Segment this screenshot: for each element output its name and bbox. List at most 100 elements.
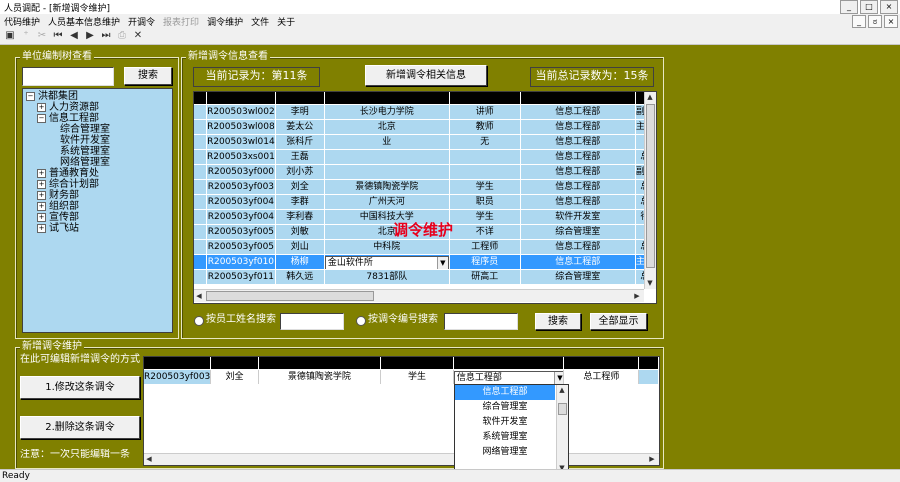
expand-icon[interactable]: + [37,201,46,211]
close-button[interactable]: × [880,0,898,14]
edit-hscroll[interactable]: ◀ ▶ [144,453,659,465]
dropdown-option[interactable]: 综合管理室 [455,400,555,415]
close-icon[interactable]: ✕ [132,29,144,42]
tree-node[interactable]: + 组织部 [37,201,79,212]
table-cell[interactable]: 信息工程部 [520,179,636,195]
column-header[interactable] [638,357,659,370]
table-cell[interactable]: 刘小苏 [275,164,325,180]
table-row[interactable]: R200503yf004李群广州天河职员信息工程部总 [194,194,655,210]
edit-cell[interactable] [638,369,659,385]
column-header[interactable] [258,357,382,370]
table-cell[interactable]: 信息工程部 [520,149,636,165]
records-hscroll-thumb[interactable] [206,291,374,301]
table-cell[interactable]: R200503wl014 [206,134,276,150]
row-selector[interactable] [194,254,207,270]
row-selector[interactable] [194,194,207,210]
table-cell[interactable]: R200503wl002 [206,104,276,120]
edit-cell[interactable]: 学生 [380,369,454,385]
column-header[interactable] [144,357,212,370]
edit-cell[interactable]: 总工程师 [563,369,640,385]
save-icon[interactable]: ▣ [4,29,16,42]
menu-item-6[interactable]: 关于 [277,15,295,28]
collapse-icon[interactable]: − [37,113,46,123]
table-cell[interactable]: 刘山 [275,239,325,255]
table-cell[interactable]: 信息工程部 [520,194,636,210]
column-header[interactable] [449,92,521,105]
prev-record-icon[interactable]: ◀ [68,29,80,42]
chevron-down-icon[interactable]: ▼ [436,257,448,269]
code-search-input[interactable] [444,313,518,330]
mdi-close-button[interactable]: × [884,15,898,28]
menu-item-2[interactable]: 开调令 [128,15,155,28]
table-cell[interactable]: 教师 [449,119,521,135]
table-row[interactable]: R200503yf003刘全景德镇陶瓷学院学生信息工程部总 [194,179,655,195]
table-row[interactable]: R200503yf005刘山中科院工程师信息工程部总 [194,239,655,255]
table-row[interactable]: R200503xs001王磊信息工程部总 [194,149,655,165]
table-cell[interactable]: R200503yf005 [206,224,276,240]
menu-item-4[interactable]: 调令维护 [207,15,243,28]
delete-record-icon[interactable]: ✂ [36,29,48,42]
dropdown-option[interactable]: 系统管理室 [455,430,555,445]
table-cell[interactable]: R200503yf000 [206,164,276,180]
row-selector[interactable] [194,134,207,150]
table-cell[interactable]: 业 [324,134,450,150]
row-selector[interactable] [194,104,207,120]
modify-record-button[interactable]: 1.修改这条调令 [20,376,140,399]
table-row[interactable]: R200503wl008姜太公北京教师信息工程部主任 [194,119,655,135]
mdi-restore-button[interactable]: ಠ [868,15,882,28]
expand-icon[interactable]: + [37,212,46,222]
table-cell[interactable]: R200503wl008 [206,119,276,135]
scroll-left-icon[interactable]: ◀ [194,291,204,301]
table-row[interactable]: R200503yf011韩久远7831部队研高工综合管理室总 [194,269,655,285]
tree-search-input[interactable] [22,67,114,86]
table-cell[interactable]: 程序员 [449,254,521,270]
column-header[interactable] [324,92,450,105]
table-cell[interactable]: R200503xs001 [206,149,276,165]
row-selector[interactable] [194,269,207,285]
scroll-right-icon[interactable]: ▶ [632,291,642,301]
table-cell[interactable] [449,149,521,165]
tree-node[interactable]: 网络管理室 [48,157,110,168]
minimize-button[interactable]: _ [840,0,858,14]
expand-icon[interactable]: + [37,168,46,178]
dropdown-option[interactable]: 信息工程部 [455,385,555,400]
maximize-button[interactable]: □ [860,0,878,14]
tree-node[interactable]: 系统管理室 [48,146,110,157]
menu-item-3[interactable]: 报表打印 [163,15,199,28]
records-search-button[interactable]: 搜索 [535,313,581,330]
expand-icon[interactable]: + [37,102,46,112]
table-cell[interactable]: 7831部队 [324,269,450,285]
tree-node[interactable]: + 人力资源部 [37,102,99,113]
expand-icon[interactable]: + [37,190,46,200]
table-cell[interactable]: R200503yf011 [206,269,276,285]
table-cell[interactable]: 信息工程部 [520,164,636,180]
mdi-minimize-button[interactable]: _ [852,15,866,28]
table-cell[interactable]: R200503yf004 [206,194,276,210]
school-combo[interactable]: 金山软件所 ▼ [324,256,449,269]
expand-icon[interactable]: + [37,179,46,189]
column-header[interactable] [210,357,259,370]
column-header[interactable] [194,92,207,105]
row-selector[interactable] [194,179,207,195]
table-cell[interactable]: 李明 [275,104,325,120]
menu-item-0[interactable]: 代码维护 [4,15,40,28]
menu-item-5[interactable]: 文件 [251,15,269,28]
scroll-up-icon[interactable]: ▲ [645,92,655,102]
radio-search-by-name[interactable] [194,316,204,326]
row-selector[interactable] [194,119,207,135]
table-row[interactable]: R200503wl002李明长沙电力学院讲师信息工程部副总 [194,104,655,120]
delete-record-button[interactable]: 2.删除这条调令 [20,416,140,439]
tree-node[interactable]: − 洪都集团 [26,91,78,102]
table-cell[interactable]: 无 [449,134,521,150]
row-selector[interactable] [194,164,207,180]
column-header[interactable] [563,357,640,370]
table-row[interactable]: R200503yf003 刘全 景德镇陶瓷学院 学生 信息工程部 ▼ 总工程师 [144,369,659,385]
table-cell[interactable]: 信息工程部 [520,254,636,270]
tree-node[interactable]: 软件开发室 [48,135,110,146]
table-cell[interactable]: 中科院 [324,239,450,255]
row-selector[interactable] [194,149,207,165]
table-cell[interactable]: 信息工程部 [520,104,636,120]
table-cell[interactable]: 讲师 [449,104,521,120]
table-cell[interactable]: 信息工程部 [520,239,636,255]
table-cell[interactable]: R200503yf005 [206,239,276,255]
